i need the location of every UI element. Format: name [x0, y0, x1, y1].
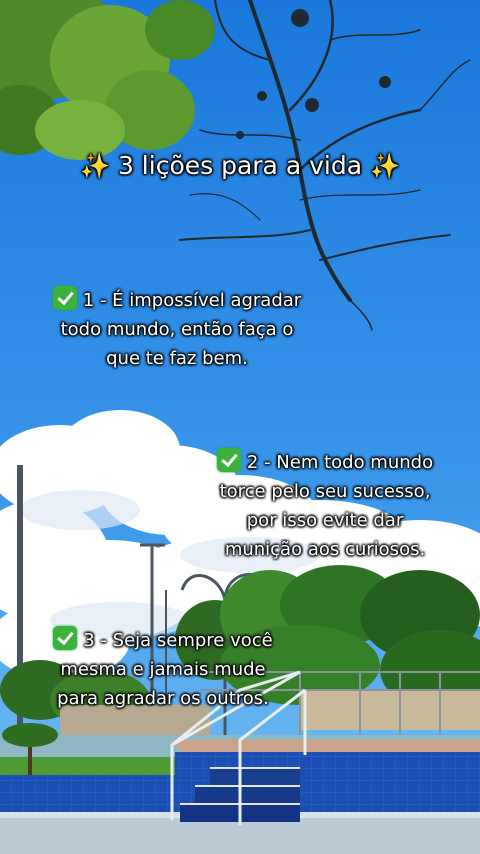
lesson-line: 1 - É impossível agradar	[82, 290, 302, 311]
lesson-line: que te faz bem.	[106, 348, 248, 369]
check-mark-icon	[53, 626, 78, 650]
check-mark-icon	[216, 448, 241, 472]
lesson-line: torce pelo seu sucesso,	[219, 481, 431, 502]
park-pool-photo	[0, 0, 480, 854]
lesson-1: 1 - É impossível agradar todo mundo, ent…	[22, 286, 332, 373]
title: ✨ 3 lições para a vida ✨	[0, 148, 480, 184]
lesson-line: munição aos curiosos.	[224, 539, 426, 560]
lesson-line: por isso evite dar	[246, 510, 404, 531]
lesson-line: todo mundo, então faça o	[60, 319, 294, 340]
lesson-3: 3 - Seja sempre você mesma e jamais mude…	[28, 626, 298, 713]
lesson-2: 2 - Nem todo mundo torce pelo seu sucess…	[190, 448, 460, 564]
lesson-line: mesma e jamais mude	[60, 659, 266, 680]
sparkles-icon: ✨	[369, 152, 400, 180]
sparkles-icon: ✨	[80, 152, 110, 180]
lesson-line: 2 - Nem todo mundo	[246, 452, 434, 473]
check-mark-icon	[52, 286, 77, 310]
lesson-line: 3 - Seja sempre você	[83, 630, 273, 651]
lesson-line: para agradar os outros.	[57, 688, 269, 709]
title-text: 3 lições para a vida	[117, 151, 363, 180]
